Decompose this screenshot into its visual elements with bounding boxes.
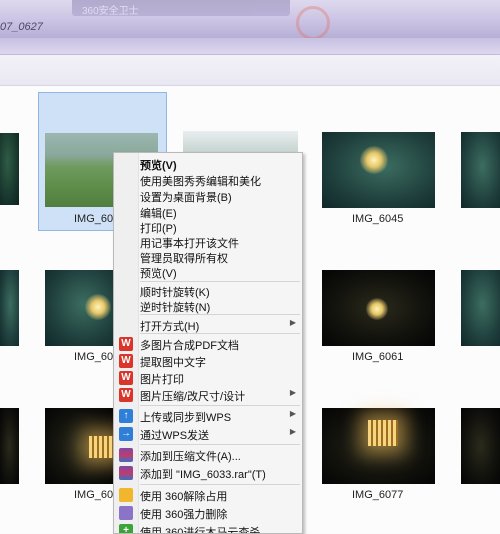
winrar-icon: [119, 466, 133, 480]
file-name: IMG_6061: [352, 351, 404, 363]
thumbnail-image: [0, 270, 19, 346]
menu-item-add-to-archive[interactable]: 添加到压缩文件(A)...: [114, 446, 302, 464]
wps-icon: W: [119, 354, 133, 368]
menu-item-label: 通过WPS发送: [140, 430, 210, 442]
menu-item-send-wps[interactable]: → 通过WPS发送 ▶: [114, 425, 302, 443]
context-menu: 预览(V) 使用美图秀秀编辑和美化 设置为桌面背景(B) 编辑(E) 打印(P)…: [113, 152, 303, 534]
menu-item-label: 图片压缩/改尺寸/设计: [140, 391, 246, 403]
winrar-icon: [119, 448, 133, 462]
menu-item-label: 使用 360进行木马云查杀: [140, 527, 261, 534]
menu-item-label: 打开方式(H): [140, 321, 200, 333]
submenu-arrow-icon: ▶: [289, 427, 296, 436]
background-window-title: 360安全卫士: [82, 6, 139, 17]
menu-item-360-delete[interactable]: 使用 360强力删除: [114, 504, 302, 522]
menu-separator: [140, 484, 300, 485]
menu-item-label: 上传或同步到WPS: [140, 412, 232, 424]
menu-item-label: 多图片合成PDF文档: [140, 340, 239, 352]
menu-item-open-with[interactable]: 打开方式(H) ▶: [114, 316, 302, 334]
thumbnail-image: [45, 270, 115, 346]
file-name: IMG_60: [74, 351, 114, 363]
360-unlock-icon: [119, 488, 133, 502]
menu-item-label: 添加到压缩文件(A)...: [140, 451, 241, 463]
thumbnail-image: [183, 131, 298, 153]
menu-item-360-scan[interactable]: + 使用 360进行木马云查杀: [114, 522, 302, 534]
cloud-upload-icon: ↑: [119, 409, 133, 423]
menu-separator: [140, 314, 300, 315]
wps-icon: W: [119, 337, 133, 351]
wps-icon: W: [119, 388, 133, 402]
360-scan-icon: +: [119, 524, 133, 533]
title-bar: 360安全卫士 07_0627: [0, 0, 500, 40]
address-bar[interactable]: [0, 38, 500, 55]
menu-item-upload-wps[interactable]: ↑ 上传或同步到WPS ▶: [114, 407, 302, 425]
submenu-arrow-icon: ▶: [289, 388, 296, 397]
thumbnail-image: [322, 408, 435, 484]
menu-item-preview-2[interactable]: 预览(V): [114, 263, 302, 281]
menu-item-label: 预览(V): [140, 268, 177, 280]
menu-item-label: 使用 360解除占用: [140, 491, 228, 503]
menu-separator: [140, 333, 300, 334]
file-name: IMG_6045: [352, 213, 404, 225]
menu-separator: [140, 405, 300, 406]
thumbnail-image: [461, 408, 500, 484]
toolbar: [0, 55, 500, 86]
background-window-tab: 360安全卫士: [72, 0, 290, 17]
menu-item-label: 图片打印: [140, 374, 184, 386]
background-app-icon: [296, 6, 330, 40]
thumbnail-image: [461, 270, 500, 346]
thumbnail-image: [461, 132, 500, 208]
thumbnail-image: [0, 133, 19, 205]
menu-item-label: 逆时针旋转(N): [140, 302, 211, 314]
thumbnail-image: [0, 408, 19, 484]
file-name: IMG_60: [74, 489, 114, 501]
menu-item-image-print[interactable]: W 图片打印: [114, 369, 302, 387]
menu-separator: [140, 444, 300, 445]
submenu-arrow-icon: ▶: [289, 318, 296, 327]
file-name: IMG_60: [74, 213, 114, 225]
wps-icon: W: [119, 371, 133, 385]
360-delete-icon: [119, 506, 133, 520]
file-name: IMG_6077: [352, 489, 404, 501]
menu-item-label: 提取图中文字: [140, 357, 206, 369]
folder-path: 07_0627: [0, 21, 43, 33]
menu-item-merge-pdf[interactable]: W 多图片合成PDF文档: [114, 335, 302, 353]
menu-item-image-compress[interactable]: W 图片压缩/改尺寸/设计 ▶: [114, 386, 302, 404]
submenu-arrow-icon: ▶: [289, 409, 296, 418]
menu-item-rotate-ccw[interactable]: 逆时针旋转(N): [114, 297, 302, 315]
menu-item-label: 添加到 "IMG_6033.rar"(T): [140, 469, 266, 481]
thumbnail-image: [322, 132, 435, 208]
thumbnail-image: [45, 408, 115, 484]
menu-item-360-unlock[interactable]: 使用 360解除占用: [114, 486, 302, 504]
menu-item-add-to-rar[interactable]: 添加到 "IMG_6033.rar"(T): [114, 464, 302, 482]
menu-item-extract-text[interactable]: W 提取图中文字: [114, 352, 302, 370]
send-arrow-icon: →: [119, 427, 133, 441]
menu-item-label: 使用 360强力删除: [140, 509, 228, 521]
thumbnail-image: [322, 270, 435, 346]
